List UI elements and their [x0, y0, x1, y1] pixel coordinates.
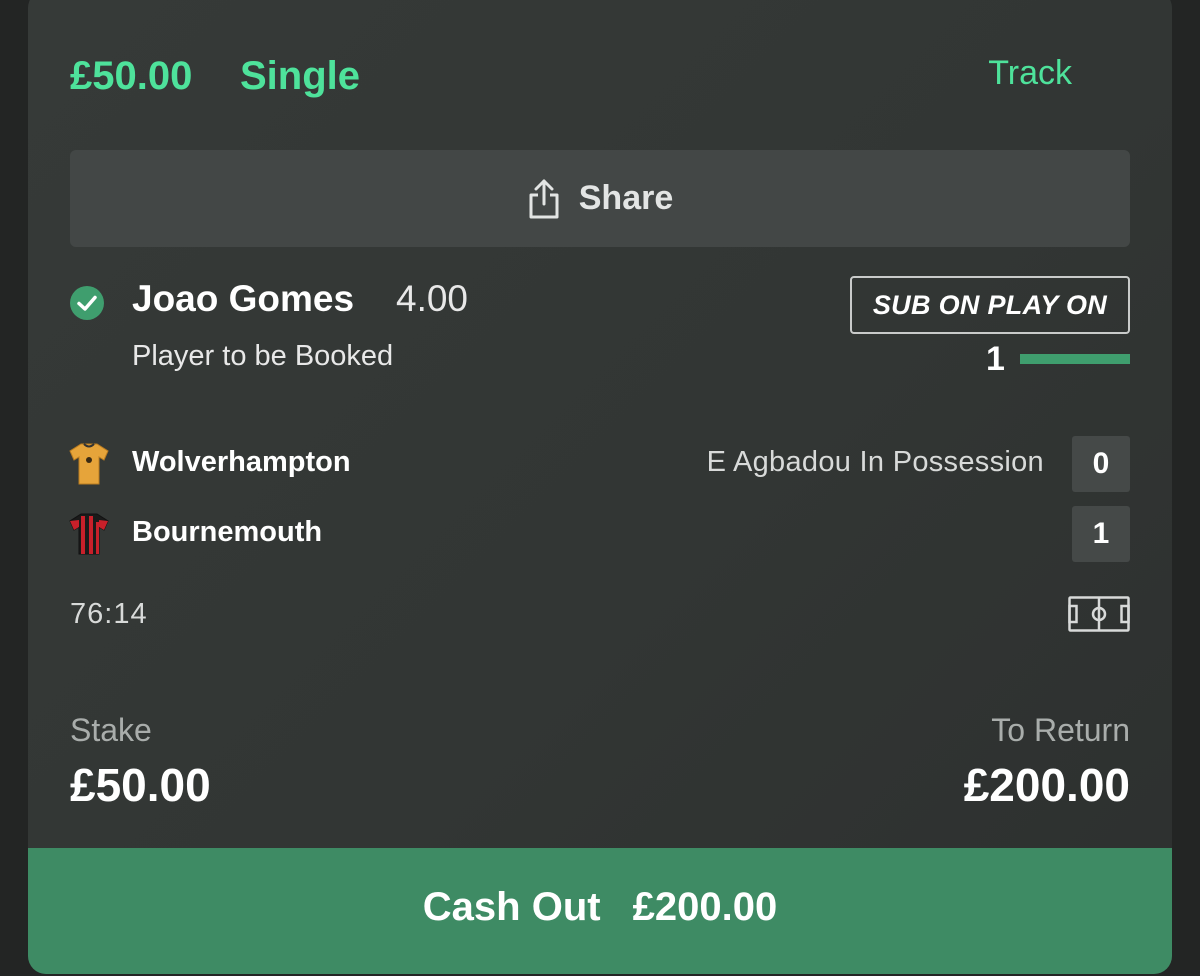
cash-out-label: Cash Out: [422, 884, 601, 929]
bet-type: Single: [240, 54, 361, 98]
home-team-name: Wolverhampton: [132, 446, 351, 478]
possession-status: E Agbadou In Possession: [706, 446, 1044, 478]
bournemouth-kit-icon: [69, 513, 109, 555]
promo-progress-bar: [1020, 354, 1130, 364]
check-circle-icon: [70, 286, 104, 320]
selection-odds: 4.00: [396, 278, 469, 319]
home-score: 0: [1072, 436, 1130, 492]
promo-progress-fill: [1020, 354, 1130, 364]
track-link[interactable]: Track: [988, 54, 1072, 93]
selection-name: Joao Gomes: [132, 278, 355, 319]
away-score: 1: [1072, 506, 1130, 562]
share-button[interactable]: Share: [70, 150, 1130, 247]
team-row-away: Bournemouth 1: [68, 506, 1132, 562]
pitch-icon[interactable]: [1068, 596, 1130, 632]
bet-amount: £50.00: [70, 54, 193, 98]
share-label: Share: [578, 179, 674, 217]
promo-progress-count: 1: [986, 340, 1005, 378]
stake-label: Stake: [70, 712, 152, 748]
to-return-label: To Return: [991, 712, 1130, 748]
to-return-value: £200.00: [963, 759, 1130, 811]
wolves-kit-icon: [69, 443, 109, 485]
cash-out-amount: £200.00: [632, 884, 778, 929]
share-icon: [529, 179, 559, 218]
team-row-home: Wolverhampton E Agbadou In Possession 0: [68, 436, 1132, 492]
promo-badge[interactable]: SUB ON PLAY ON: [850, 276, 1130, 334]
market-name: Player to be Booked: [132, 340, 394, 372]
stake-value: £50.00: [70, 759, 211, 811]
bet-card: £50.00 Single Track Share Joao Gomes 4.0…: [28, 0, 1172, 974]
cash-out-button[interactable]: Cash Out £200.00: [28, 848, 1172, 974]
match-clock: 76:14: [70, 598, 148, 630]
away-team-name: Bournemouth: [132, 516, 323, 548]
